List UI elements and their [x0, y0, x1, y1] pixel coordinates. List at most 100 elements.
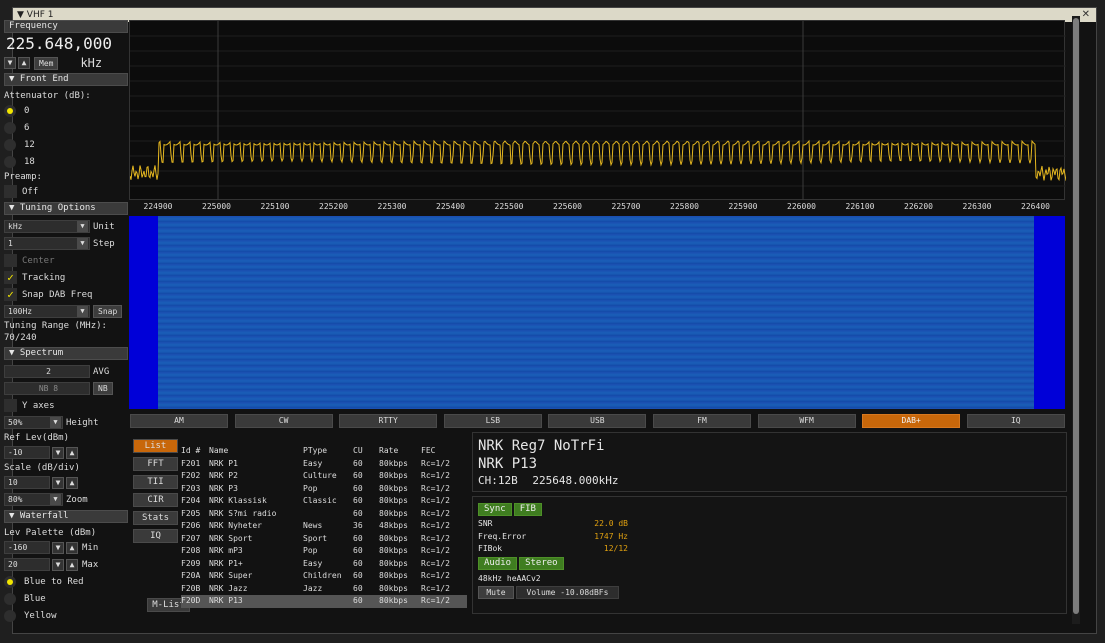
- waterfall-header[interactable]: ▼ Waterfall: [4, 510, 128, 523]
- service-row[interactable]: F201 NRK P1 Easy 60 80kbps Rc=1/2: [181, 458, 467, 471]
- close-icon[interactable]: ✕: [1082, 8, 1090, 22]
- yaxes-checkbox[interactable]: [4, 399, 17, 412]
- service-cell: 80kbps: [379, 496, 408, 505]
- mem-button[interactable]: Mem: [34, 56, 59, 70]
- mode-button-rtty[interactable]: RTTY: [339, 414, 438, 428]
- max-up-button[interactable]: ▲: [66, 558, 78, 571]
- center-checkbox[interactable]: [4, 254, 17, 267]
- scrollbar[interactable]: [1072, 16, 1080, 624]
- service-cell: 48kbps: [379, 521, 408, 530]
- service-row[interactable]: F20B NRK Jazz Jazz 60 80kbps Rc=1/2: [181, 583, 467, 596]
- service-row[interactable]: F207 NRK Sport Sport 60 80kbps Rc=1/2: [181, 533, 467, 546]
- service-cell: F208: [181, 546, 201, 555]
- volume-slider[interactable]: Volume -10.08dBFs: [516, 585, 619, 599]
- stereo-indicator: Stereo: [519, 556, 564, 570]
- palette-radio-blue[interactable]: [4, 592, 16, 605]
- service-row[interactable]: F209 NRK P1+ Easy 60 80kbps Rc=1/2: [181, 558, 467, 571]
- service-row[interactable]: F206 NRK Nyheter News 36 48kbps Rc=1/2: [181, 520, 467, 533]
- scale-value: 10: [8, 478, 18, 487]
- min-up-button[interactable]: ▲: [66, 541, 78, 554]
- palette-radio-blue-to-red[interactable]: [4, 575, 16, 588]
- tuning-options-header[interactable]: ▼ Tuning Options: [4, 202, 128, 215]
- service-row[interactable]: F204 NRK Klassisk Classic 60 80kbps Rc=1/2: [181, 495, 467, 508]
- attenuator-option-label: 12: [24, 139, 35, 150]
- ensemble-name: NRK Reg7 NoTrFi: [478, 438, 605, 454]
- snap-dab-checkbox[interactable]: ✓: [4, 288, 17, 301]
- mode-button-lsb[interactable]: LSB: [443, 414, 542, 428]
- mode-button-cw[interactable]: CW: [234, 414, 333, 428]
- scrollbar-thumb[interactable]: [1073, 18, 1079, 614]
- spectrum-plot[interactable]: [129, 20, 1067, 201]
- front-end-header[interactable]: ▼ Front End: [4, 73, 128, 86]
- mode-button-am[interactable]: AM: [130, 414, 228, 428]
- mode-button-wfm[interactable]: WFM: [757, 414, 856, 428]
- mute-button[interactable]: Mute: [478, 585, 514, 599]
- nb-slider[interactable]: NB 8: [4, 382, 90, 395]
- preamp-checkbox[interactable]: [4, 185, 17, 198]
- freq-tick-label: 225100: [260, 202, 290, 211]
- attenuator-radio-6[interactable]: [4, 121, 16, 134]
- service-cell: 60: [353, 496, 363, 505]
- service-row[interactable]: F205 NRK S?mi radio 60 80kbps Rc=1/2: [181, 508, 467, 521]
- nb-button[interactable]: NB: [93, 382, 113, 395]
- spectrum-header[interactable]: ▼ Spectrum: [4, 347, 128, 360]
- scale-down-button[interactable]: ▼: [52, 476, 64, 489]
- tab-tii[interactable]: TII: [133, 475, 178, 489]
- snr-value: 22.0 dB: [594, 519, 628, 528]
- frequency-display[interactable]: 225.648,000: [4, 33, 128, 55]
- freq-down-button[interactable]: ▼: [4, 57, 16, 69]
- ref-down-button[interactable]: ▼: [52, 446, 64, 459]
- mode-button-iq[interactable]: IQ: [966, 414, 1065, 428]
- scale-up-button[interactable]: ▲: [66, 476, 78, 489]
- avg-slider[interactable]: 2: [4, 365, 90, 378]
- ref-up-button[interactable]: ▲: [66, 446, 78, 459]
- tab-stats[interactable]: Stats: [133, 511, 178, 525]
- palette-min-input[interactable]: -160: [4, 541, 50, 554]
- spectrum-line: [129, 139, 1067, 182]
- chevron-down-icon: ▼: [50, 494, 61, 505]
- service-row[interactable]: F208 NRK mP3 Pop 60 80kbps Rc=1/2: [181, 545, 467, 558]
- attenuator-radio-12[interactable]: [4, 138, 16, 151]
- service-cell: NRK S?mi radio: [209, 508, 277, 518]
- service-row[interactable]: F203 NRK P3 Pop 60 80kbps Rc=1/2: [181, 483, 467, 496]
- waterfall-display[interactable]: [129, 216, 1065, 409]
- palette-max-input[interactable]: 20: [4, 558, 50, 571]
- tracking-checkbox[interactable]: ✓: [4, 271, 17, 284]
- freq-up-button[interactable]: ▲: [18, 57, 30, 69]
- attenuator-radio-0[interactable]: [4, 104, 16, 117]
- service-cell: [303, 508, 353, 521]
- mode-button-dabplus[interactable]: DAB+: [862, 414, 961, 428]
- tab-iq[interactable]: IQ: [133, 529, 178, 543]
- service-row[interactable]: F202 NRK P2 Culture 60 80kbps Rc=1/2: [181, 470, 467, 483]
- mode-button-fm[interactable]: FM: [653, 414, 751, 428]
- mode-button-usb[interactable]: USB: [548, 414, 647, 428]
- tab-cir[interactable]: CIR: [133, 493, 178, 507]
- step-label: Step: [93, 238, 115, 249]
- service-row[interactable]: F20A NRK Super Children 60 80kbps Rc=1/2: [181, 570, 467, 583]
- service-row[interactable]: F20D NRK P13 60 80kbps Rc=1/2: [181, 595, 467, 608]
- tuning-range-value: 70/240: [4, 333, 37, 343]
- status-panel: Sync FIB SNR 22.0 dB Freq.Error 1747 Hz FIB…: [472, 496, 1067, 614]
- waterfall-signal-band: [158, 216, 1034, 409]
- unit-dropdown[interactable]: kHz ▼: [4, 220, 90, 233]
- service-cell: 36: [353, 521, 363, 530]
- attenuator-radio-18[interactable]: [4, 155, 16, 168]
- ref-level-input[interactable]: -10: [4, 446, 50, 459]
- service-cell: Rc=1/2: [421, 508, 450, 518]
- service-cell: Easy: [303, 458, 323, 468]
- height-dropdown[interactable]: 50% ▼: [4, 416, 63, 429]
- service-cell: 60: [353, 546, 363, 555]
- service-name: NRK P13: [478, 456, 538, 472]
- freq-tick-label: 226000: [787, 202, 816, 211]
- min-down-button[interactable]: ▼: [52, 541, 64, 554]
- palette-radio-yellow[interactable]: [4, 609, 16, 622]
- step-dropdown[interactable]: 1 ▼: [4, 237, 90, 250]
- max-down-button[interactable]: ▼: [52, 558, 64, 571]
- snap-button[interactable]: Snap: [93, 305, 123, 318]
- zoom-dropdown[interactable]: 80% ▼: [4, 493, 63, 506]
- tab-list[interactable]: List: [133, 439, 178, 453]
- service-cell: NRK mP3: [209, 546, 243, 555]
- snap-step-dropdown[interactable]: 100Hz ▼: [4, 305, 90, 318]
- scale-input[interactable]: 10: [4, 476, 50, 489]
- tab-fft[interactable]: FFT: [133, 457, 178, 471]
